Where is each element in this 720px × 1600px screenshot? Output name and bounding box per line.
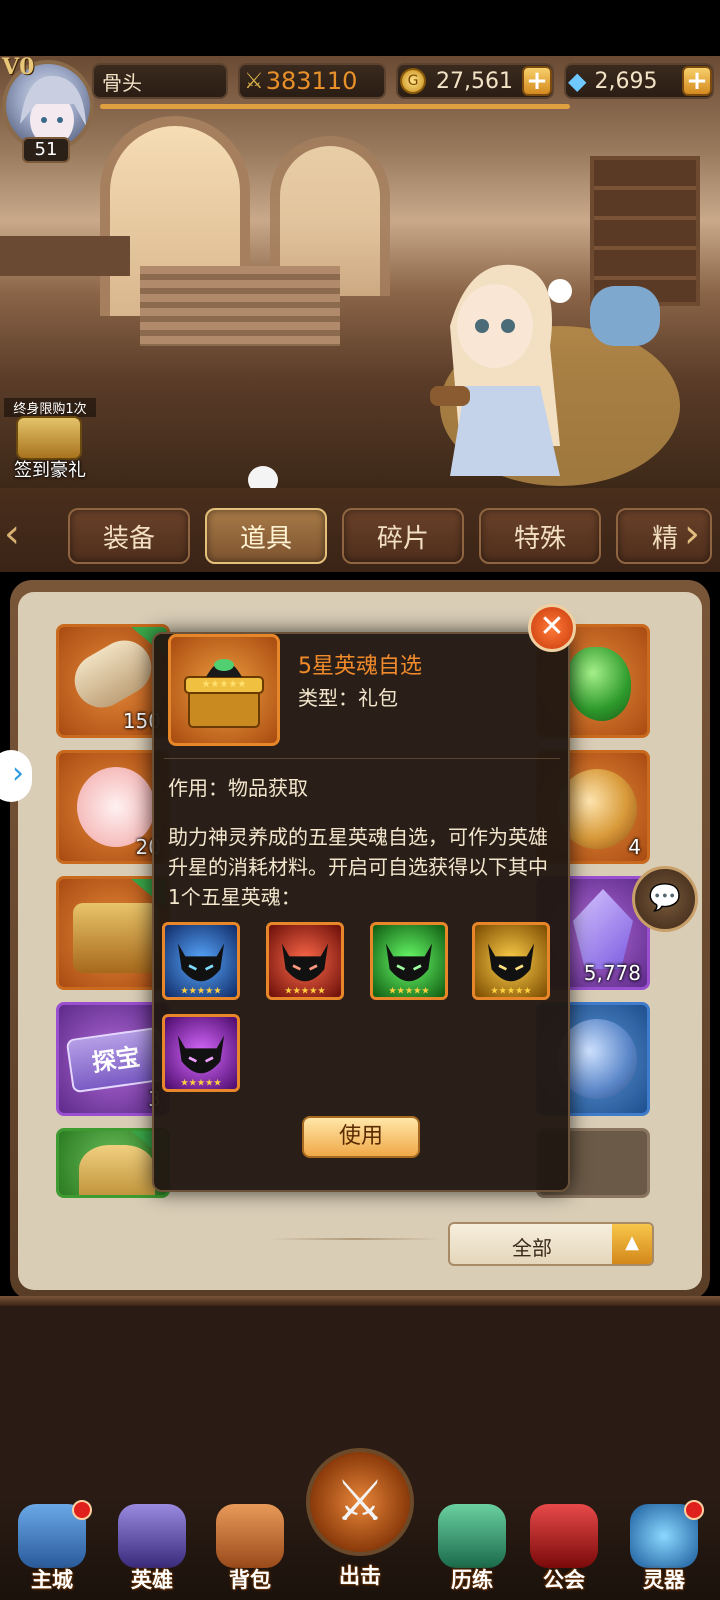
status-bar bbox=[0, 0, 720, 56]
helmet-icon: ★★★★★ bbox=[281, 943, 329, 996]
helmet-icon: ★★★★★ bbox=[177, 943, 225, 996]
helmet-icon: ★★★★★ bbox=[177, 1035, 225, 1088]
ornament-divider bbox=[270, 1238, 440, 1240]
player-name-box: 骨头 bbox=[92, 63, 228, 99]
item-description: 助力神灵养成的五星英魂自选，可作为英雄升星的消耗材料。开启可自选获得以下其中1个… bbox=[168, 825, 548, 909]
nav-label: 公会 bbox=[543, 1568, 585, 1592]
gem-value: 2,695 bbox=[594, 68, 658, 94]
hero-soul-gold[interactable]: ★★★★★ bbox=[472, 922, 550, 1000]
scroll-icon bbox=[64, 630, 162, 718]
notification-dot bbox=[72, 1500, 92, 1520]
nav-label: 灵器 bbox=[643, 1568, 685, 1592]
filter-dropdown[interactable]: 全部 ▲ bbox=[448, 1222, 654, 1266]
gold-coin-icon: G bbox=[400, 68, 426, 94]
dragon-icon bbox=[438, 1504, 506, 1568]
chat-icon[interactable]: 💬 bbox=[632, 866, 698, 932]
helmet-icon: ★★★★★ bbox=[487, 943, 535, 996]
promo-top-label: 终身限购1次 bbox=[4, 398, 96, 417]
divider bbox=[164, 758, 560, 759]
item-count: 4 bbox=[628, 835, 641, 859]
nav-main-city[interactable]: 主城 bbox=[6, 1500, 98, 1600]
item-title: 5星英魂自选 bbox=[298, 654, 422, 679]
hall-scene bbox=[0, 56, 720, 488]
notification-dot bbox=[684, 1500, 704, 1520]
green-gem-icon bbox=[567, 647, 631, 721]
nav-guild[interactable]: 公会 bbox=[518, 1500, 610, 1600]
filter-label: 全部 bbox=[512, 1236, 552, 1260]
close-icon[interactable]: ✕ bbox=[528, 604, 576, 652]
tab-scroll-left-icon[interactable]: ‹ bbox=[4, 506, 34, 566]
item-usage: 作用：物品获取 bbox=[168, 776, 308, 800]
money-bag-icon bbox=[79, 1145, 155, 1195]
svg-text:★★★★★: ★★★★★ bbox=[388, 985, 429, 996]
nav-artifact[interactable]: 灵器 bbox=[618, 1500, 710, 1600]
nav-battle[interactable]: ⚔ 出击 bbox=[306, 1448, 414, 1600]
nav-label: 主城 bbox=[31, 1568, 73, 1592]
svg-text:★★★★★: ★★★★★ bbox=[180, 1077, 221, 1088]
tab-items[interactable]: 道具 bbox=[205, 508, 327, 564]
add-gem-button[interactable]: + bbox=[682, 66, 712, 96]
hero-helmet-icon bbox=[118, 1504, 186, 1568]
item-icon-frame: ★★★★★ bbox=[168, 634, 280, 746]
hero-soul-purple[interactable]: ★★★★★ bbox=[162, 1014, 240, 1092]
exp-bar bbox=[100, 104, 570, 109]
tab-equipment[interactable]: 装备 bbox=[68, 508, 190, 564]
nav-training[interactable]: 历练 bbox=[426, 1500, 518, 1600]
svg-text:★★★★★: ★★★★★ bbox=[284, 985, 325, 996]
hero-soul-red[interactable]: ★★★★★ bbox=[266, 922, 344, 1000]
player-level: 51 bbox=[22, 137, 70, 163]
guide-character bbox=[410, 246, 690, 486]
tab-fragments[interactable]: 碎片 bbox=[342, 508, 464, 564]
player-name: 骨头 bbox=[102, 70, 142, 95]
promo-bottom-label: 签到豪礼 bbox=[14, 460, 86, 481]
treasure-chest-icon bbox=[73, 903, 159, 973]
guild-banner-icon bbox=[530, 1504, 598, 1568]
hero-soul-blue[interactable]: ★★★★★ bbox=[162, 922, 240, 1000]
vip-badge: V0 bbox=[2, 54, 35, 80]
tab-special[interactable]: 特殊 bbox=[479, 508, 601, 564]
svg-text:★★★★★: ★★★★★ bbox=[202, 679, 247, 690]
nav-label: 背包 bbox=[229, 1568, 271, 1592]
power-box: ⚔ 383110 bbox=[238, 63, 386, 99]
nav-label: 英雄 bbox=[131, 1568, 173, 1592]
diamond-icon: ◆ bbox=[568, 67, 587, 95]
gift-chest-icon bbox=[16, 416, 82, 460]
panel-bottom-border bbox=[0, 1296, 720, 1306]
hero-soul-green[interactable]: ★★★★★ bbox=[370, 922, 448, 1000]
chevron-up-icon: ▲ bbox=[612, 1224, 652, 1264]
item-detail-popup: ★★★★★ 5星英魂自选 类型：礼包 作用：物品获取 助力神灵养成的五星英魂自选… bbox=[152, 632, 570, 1192]
nav-label: 出击 bbox=[339, 1564, 381, 1588]
swords-icon: ⚔ bbox=[244, 68, 264, 94]
nav-label: 历练 bbox=[451, 1568, 493, 1592]
power-value: 383110 bbox=[265, 67, 358, 95]
svg-text:★★★★★: ★★★★★ bbox=[180, 985, 221, 996]
promo-sign-gift[interactable]: 终身限购1次 签到豪礼 bbox=[4, 398, 96, 482]
gold-value: 27,561 bbox=[436, 68, 513, 94]
svg-text:★★★★★: ★★★★★ bbox=[490, 985, 531, 996]
item-type: 类型：礼包 bbox=[298, 686, 398, 710]
backpack-icon bbox=[216, 1504, 284, 1568]
helmet-icon: ★★★★★ bbox=[385, 943, 433, 996]
nav-backpack[interactable]: 背包 bbox=[204, 1500, 296, 1600]
crossed-swords-icon: ⚔ bbox=[306, 1448, 414, 1556]
crystal-icon bbox=[573, 889, 633, 969]
nav-heroes[interactable]: 英雄 bbox=[106, 1500, 198, 1600]
gift-chest-icon: ★★★★★ bbox=[184, 659, 264, 728]
use-button[interactable]: 使用 bbox=[302, 1116, 420, 1158]
item-count: 5,778 bbox=[583, 961, 641, 985]
add-gold-button[interactable]: + bbox=[522, 66, 552, 96]
tab-scroll-right-icon[interactable]: › bbox=[684, 506, 714, 566]
side-arrow-icon[interactable]: › bbox=[0, 750, 32, 802]
